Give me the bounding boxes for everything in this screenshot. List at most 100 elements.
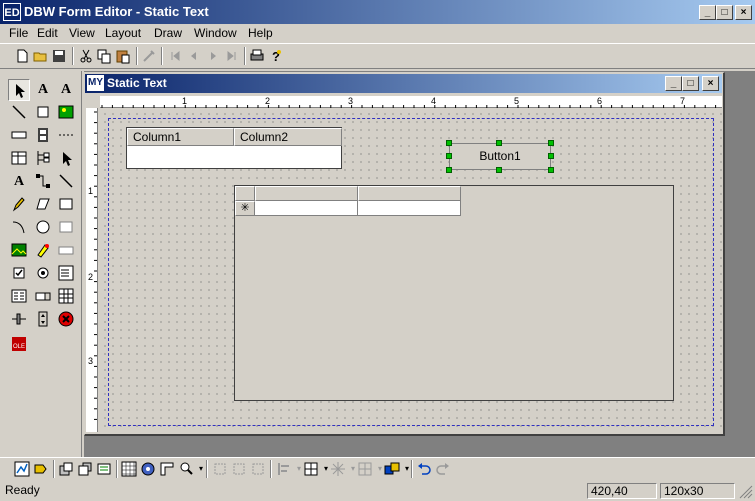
last-record-icon[interactable] bbox=[224, 48, 240, 64]
zoom-icon[interactable] bbox=[178, 461, 194, 477]
grid-cell[interactable] bbox=[358, 201, 461, 216]
column-header-1[interactable]: Column1 bbox=[127, 128, 234, 146]
size-grip-icon[interactable] bbox=[739, 485, 753, 499]
arc-tool-icon[interactable] bbox=[8, 217, 30, 239]
table-tool-icon[interactable] bbox=[8, 148, 30, 170]
static-text-tool-icon[interactable]: A bbox=[32, 79, 54, 101]
dotted-line-tool-icon[interactable] bbox=[55, 125, 77, 147]
menu-window[interactable]: Window bbox=[194, 26, 237, 40]
frame-tool-icon[interactable] bbox=[55, 217, 77, 239]
tab-order-icon[interactable] bbox=[33, 461, 49, 477]
undo-icon[interactable] bbox=[416, 461, 432, 477]
pencil-tool-icon[interactable] bbox=[8, 194, 30, 216]
static-box-tool-icon[interactable] bbox=[55, 240, 77, 262]
show-grid-icon[interactable] bbox=[121, 461, 137, 477]
picture-tool-icon[interactable] bbox=[55, 102, 77, 124]
prev-record-icon[interactable] bbox=[186, 48, 202, 64]
minimize-button[interactable]: _ bbox=[699, 5, 716, 20]
line-tool-icon[interactable] bbox=[8, 102, 30, 124]
checkbox-tool-icon[interactable] bbox=[8, 263, 30, 285]
cancel-tool-icon[interactable] bbox=[55, 309, 77, 331]
listbox-tool-icon[interactable] bbox=[55, 263, 77, 285]
polygon-tool-icon[interactable] bbox=[32, 194, 54, 216]
space-tools-icon[interactable] bbox=[330, 461, 346, 477]
run-icon[interactable] bbox=[141, 48, 157, 64]
resize-handle-ne[interactable] bbox=[548, 140, 554, 146]
radio-button-tool-icon[interactable] bbox=[32, 263, 54, 285]
first-record-icon[interactable] bbox=[167, 48, 183, 64]
ruler-toggle-icon[interactable] bbox=[159, 461, 175, 477]
save-icon[interactable] bbox=[51, 48, 67, 64]
group-icon[interactable] bbox=[96, 461, 112, 477]
menu-view[interactable]: View bbox=[69, 26, 95, 40]
size-tools-icon[interactable] bbox=[303, 461, 319, 477]
connector-tool-icon[interactable] bbox=[32, 171, 54, 193]
app-icon[interactable]: ED bbox=[3, 3, 21, 21]
resize-handle-w[interactable] bbox=[446, 153, 452, 159]
highlight-tool-icon[interactable] bbox=[32, 240, 54, 262]
form-button-1[interactable]: Button1 bbox=[449, 143, 551, 170]
ole-object-tool-icon[interactable]: OLE bbox=[8, 334, 30, 356]
column-header-2[interactable]: Column2 bbox=[234, 128, 342, 146]
snap-icon[interactable] bbox=[140, 461, 156, 477]
help-icon[interactable]: ? bbox=[268, 48, 284, 64]
menu-edit[interactable]: Edit bbox=[37, 26, 58, 40]
grid-cell[interactable] bbox=[255, 201, 358, 216]
spinner-tool-icon[interactable] bbox=[32, 309, 54, 331]
cut-icon[interactable] bbox=[78, 48, 94, 64]
ellipse-tool-icon[interactable] bbox=[32, 217, 54, 239]
layout-mode-icon[interactable] bbox=[14, 461, 30, 477]
paste-icon[interactable] bbox=[115, 48, 131, 64]
edit-box-tool-icon[interactable] bbox=[8, 125, 30, 147]
grid-column-header[interactable] bbox=[358, 186, 461, 201]
align-left-icon[interactable] bbox=[212, 461, 228, 477]
menu-layout[interactable]: Layout bbox=[105, 26, 141, 40]
align-center-icon[interactable] bbox=[231, 461, 247, 477]
text-tool-icon[interactable]: A bbox=[55, 79, 77, 101]
center-tools-icon[interactable] bbox=[357, 461, 373, 477]
open-folder-icon[interactable] bbox=[33, 48, 49, 64]
resize-handle-se[interactable] bbox=[548, 167, 554, 173]
tree-tool-icon[interactable] bbox=[32, 148, 54, 170]
child-minimize-button[interactable]: _ bbox=[665, 76, 682, 91]
combo-box-tool-icon[interactable] bbox=[32, 286, 54, 308]
grid-column-header[interactable] bbox=[255, 186, 358, 201]
maximize-button[interactable]: □ bbox=[716, 5, 733, 20]
vertical-ruler: 1 2 3 bbox=[86, 108, 98, 432]
align-right-icon[interactable] bbox=[250, 461, 266, 477]
diagonal-line-tool-icon[interactable] bbox=[55, 171, 77, 193]
new-file-icon[interactable] bbox=[14, 48, 30, 64]
resize-handle-n[interactable] bbox=[496, 140, 502, 146]
grid-tool-icon[interactable] bbox=[55, 286, 77, 308]
film-tool-icon[interactable] bbox=[32, 125, 54, 147]
menu-help[interactable]: Help bbox=[248, 26, 273, 40]
child-window-icon[interactable]: MY bbox=[87, 75, 104, 91]
print-icon[interactable] bbox=[249, 48, 265, 64]
label-tool-icon[interactable]: A bbox=[8, 171, 30, 193]
redo-icon[interactable] bbox=[435, 461, 451, 477]
child-close-button[interactable]: × bbox=[702, 76, 719, 91]
box-tool-icon[interactable] bbox=[55, 194, 77, 216]
menu-draw[interactable]: Draw bbox=[154, 26, 182, 40]
child-maximize-button[interactable]: □ bbox=[682, 76, 699, 91]
next-record-icon[interactable] bbox=[205, 48, 221, 64]
image-tool-icon[interactable] bbox=[8, 240, 30, 262]
resize-handle-s[interactable] bbox=[496, 167, 502, 173]
close-button[interactable]: × bbox=[735, 5, 752, 20]
arrow-tool-icon[interactable] bbox=[55, 148, 77, 170]
pointer-tool-icon[interactable] bbox=[8, 79, 30, 101]
align-tools-icon[interactable] bbox=[276, 461, 292, 477]
resize-handle-nw[interactable] bbox=[446, 140, 452, 146]
slider-tool-icon[interactable] bbox=[8, 309, 30, 331]
send-back-icon[interactable] bbox=[77, 461, 93, 477]
resize-handle-sw[interactable] bbox=[446, 167, 452, 173]
bring-front-icon[interactable] bbox=[58, 461, 74, 477]
copy-icon[interactable] bbox=[96, 48, 112, 64]
column-list-control[interactable]: Column1 Column2 bbox=[126, 127, 342, 169]
order-tools-icon[interactable] bbox=[384, 461, 400, 477]
rectangle-tool-icon[interactable] bbox=[32, 102, 54, 124]
report-tool-icon[interactable] bbox=[8, 286, 30, 308]
form-grid-control[interactable]: ✳ bbox=[234, 185, 674, 401]
resize-handle-e[interactable] bbox=[548, 153, 554, 159]
menu-file[interactable]: File bbox=[9, 26, 28, 40]
